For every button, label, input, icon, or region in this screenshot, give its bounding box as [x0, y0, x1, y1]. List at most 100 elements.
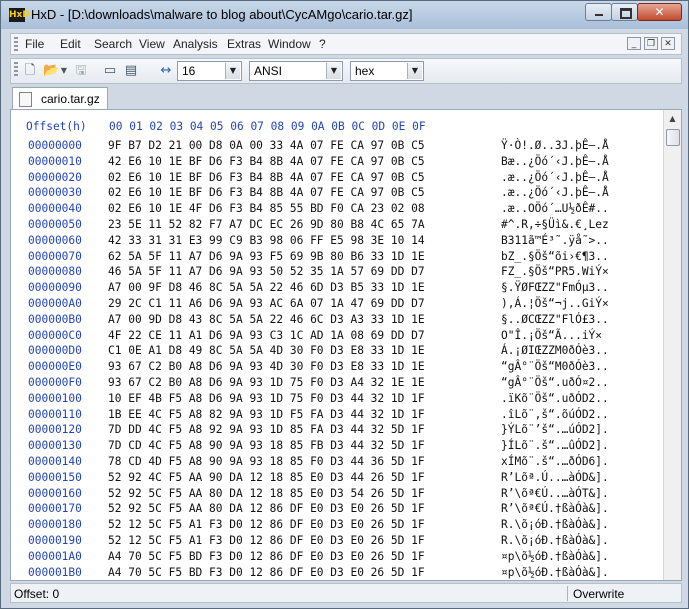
row-text[interactable]: R.\õ¡óÐ.†ßàÓà&]. — [501, 534, 609, 547]
row-bytes[interactable]: 46 5A 5F 11 A7 D6 9A 93 50 52 35 1A 57 6… — [108, 265, 425, 278]
menu-view[interactable]: View — [139, 37, 165, 51]
row-bytes[interactable]: 10 EF 4B F5 A8 D6 9A 93 1D 75 F0 D3 44 3… — [108, 392, 425, 405]
toolbar-grip[interactable] — [14, 62, 18, 76]
status-bar: Offset: 0 Overwrite — [10, 583, 682, 603]
row-text[interactable]: R.\õ¡óÐ.†ßàÓà&]. — [501, 518, 609, 531]
mdi-close-icon[interactable]: ✕ — [661, 37, 675, 50]
row-bytes[interactable]: 4F 22 CE 11 A1 D6 9A 93 C3 1C AD 1A 08 6… — [108, 329, 425, 342]
menu-file[interactable]: File — [25, 37, 44, 51]
row-text[interactable]: }ÍLõ¨.š“.…ûÓD2]. — [501, 439, 609, 452]
row-text[interactable]: “gÂ°¨Öš“M0ðÓè3.. — [501, 360, 609, 373]
offset-header: Offset(h) — [26, 120, 87, 133]
row-bytes[interactable]: C1 0E A1 D8 49 8C 5A 5A 4D 30 F0 D3 E8 3… — [108, 344, 425, 357]
title-bar[interactable]: HxD HxD - [D:\downloads\malware to blog … — [1, 1, 688, 29]
close-button[interactable]: ✕ — [637, 3, 682, 21]
row-text[interactable]: Ÿ·Ò!.Ø..3J.þÊ—.Å — [501, 139, 609, 152]
row-offset: 000001B0 — [28, 565, 82, 579]
offset-base-select[interactable]: hex ▼ — [350, 61, 424, 81]
charset-select[interactable]: ANSI ▼ — [249, 61, 343, 81]
row-offset: 000000E0 — [28, 360, 82, 374]
open-dropdown-icon[interactable]: ▼ — [59, 63, 69, 79]
row-bytes[interactable]: 23 5E 11 52 82 F7 A7 DC EC 26 9D 80 B8 4… — [108, 218, 425, 231]
row-text[interactable]: ¤p\õ½óÐ.†ßàÓà&]. — [501, 566, 609, 579]
row-text[interactable]: §.ŸØFŒZZ"FmÓµ3.. — [501, 281, 609, 294]
row-bytes[interactable]: A7 00 9F D8 46 8C 5A 5A 22 46 6D D3 B5 3… — [108, 281, 425, 294]
menu-edit[interactable]: Edit — [60, 37, 81, 51]
row-bytes[interactable]: 52 12 5C F5 A1 F3 D0 12 86 DF E0 D3 E0 2… — [108, 534, 425, 547]
tab-cario-tar-gz[interactable]: cario.tar.gz — [12, 87, 108, 109]
mdi-minimize-icon[interactable]: _ — [627, 37, 641, 50]
status-mode[interactable]: Overwrite — [573, 587, 624, 601]
row-bytes[interactable]: 93 67 C2 B0 A8 D6 9A 93 1D 75 F0 D3 A4 3… — [108, 376, 425, 389]
row-bytes[interactable]: 29 2C C1 11 A6 D6 9A 93 AC 6A 07 1A 47 6… — [108, 297, 425, 310]
row-bytes[interactable]: 7D CD 4C F5 A8 90 9A 93 18 85 FB D3 44 3… — [108, 439, 425, 452]
minimize-button[interactable] — [585, 3, 612, 21]
row-text[interactable]: }ÝLõ¨’š“.…úÓD2]. — [501, 423, 609, 436]
scroll-thumb[interactable] — [666, 129, 680, 146]
open-disk-icon[interactable]: ▭ — [102, 63, 118, 79]
row-text[interactable]: .ïKõ¨Öš“.uðÓD2.. — [501, 392, 609, 405]
row-text[interactable]: bZ_.§Öš“õi›€¶3.. — [501, 250, 609, 263]
row-text[interactable]: #^.R‚÷§Üì&.€¸Lez — [501, 218, 609, 231]
row-text[interactable]: §..ØCŒZZ"FlÓ£3.. — [501, 313, 609, 326]
row-text[interactable]: Á.¡ØIŒZZM0ðÓè3.. — [501, 344, 609, 357]
row-text[interactable]: xÍMõ¨.š“.…ðÓD6]. — [501, 455, 609, 468]
row-bytes[interactable]: 42 E6 10 1E BF D6 F3 B4 8B 4A 07 FE CA 9… — [108, 155, 425, 168]
row-text[interactable]: R’Lõª.Ú..…àÓD&]. — [501, 471, 609, 484]
row-bytes[interactable]: 52 92 5C F5 AA 80 DA 12 18 85 E0 D3 54 2… — [108, 487, 425, 500]
bytes-per-row-select[interactable]: 16 ▼ — [177, 61, 242, 81]
menu-analysis[interactable]: Analysis — [173, 37, 218, 51]
chevron-down-icon[interactable]: ▼ — [326, 63, 341, 79]
row-bytes[interactable]: A7 00 9D D8 43 8C 5A 5A 22 46 6C D3 A3 3… — [108, 313, 425, 326]
row-bytes[interactable]: 52 12 5C F5 A1 F3 D0 12 86 DF E0 D3 E0 2… — [108, 518, 425, 531]
row-bytes[interactable]: 9F B7 D2 21 00 D8 0A 00 33 4A 07 FE CA 9… — [108, 139, 425, 152]
row-text[interactable]: “gÂ°¨Öš“.uðÓ¤2.. — [501, 376, 609, 389]
menu-extras[interactable]: Extras — [227, 37, 261, 51]
maximize-icon — [620, 8, 632, 19]
open-ram-icon[interactable]: ▤ — [123, 63, 139, 79]
maximize-button[interactable] — [611, 3, 638, 21]
row-text[interactable]: ),Á.¦Öš“¬j..GiÝ× — [501, 297, 609, 310]
vertical-scrollbar[interactable]: ▲ — [663, 110, 681, 580]
chevron-down-icon[interactable]: ▼ — [225, 63, 240, 79]
row-text[interactable]: R’\õª€Ú..…àÓT&]. — [501, 487, 609, 500]
row-bytes[interactable]: 52 92 5C F5 AA 80 DA 12 86 DF E0 D3 E0 2… — [108, 502, 425, 515]
hex-editor[interactable]: Offset(h) 00 01 02 03 04 05 06 07 08 09 … — [10, 109, 682, 581]
row-bytes[interactable]: 1B EE 4C F5 A8 82 9A 93 1D F5 FA D3 44 3… — [108, 408, 425, 421]
new-file-icon[interactable]: 🗋 — [22, 63, 38, 79]
menu-grip[interactable] — [14, 37, 18, 51]
hxd-app-icon[interactable]: HxD — [9, 8, 30, 22]
open-folder-icon[interactable]: 📂 — [43, 63, 59, 79]
row-text[interactable]: FZ_.§Öš“PR5.WiÝ× — [501, 265, 609, 278]
row-bytes[interactable]: 52 92 4C F5 AA 90 DA 12 18 85 E0 D3 44 2… — [108, 471, 425, 484]
row-bytes[interactable]: A4 70 5C F5 BD F3 D0 12 86 DF E0 D3 E0 2… — [108, 566, 425, 579]
row-text[interactable]: O"Î.¡Öš“Ã.­..iÝ× — [501, 329, 602, 342]
menu-search[interactable]: Search — [94, 37, 132, 51]
chevron-down-icon[interactable]: ▼ — [407, 63, 422, 79]
row-text[interactable]: R’\õª€Ú.†ßàÓà&]. — [501, 502, 609, 515]
menu-help[interactable]: ? — [319, 37, 326, 51]
row-offset: 00000020 — [28, 170, 82, 184]
row-bytes[interactable]: 78 CD 4D F5 A8 90 9A 93 18 85 F0 D3 44 3… — [108, 455, 425, 468]
hex-view[interactable]: Offset(h) 00 01 02 03 04 05 06 07 08 09 … — [11, 110, 664, 580]
row-bytes[interactable]: 02 E6 10 1E 4F D6 F3 B4 85 55 BD F0 CA 2… — [108, 202, 425, 215]
scroll-up-icon[interactable]: ▲ — [664, 110, 681, 127]
row-text[interactable]: .æ..OÖó´…U½ðÊ#.. — [501, 202, 609, 215]
row-text[interactable]: Bæ..¿Öó´‹J.þÊ—.Å — [501, 155, 609, 168]
row-text[interactable]: B311ã™É³˜.ÿå˜>.. — [501, 234, 609, 247]
row-text[interactable]: .îLõ¨‚š“.õúÓD2.. — [501, 408, 609, 421]
row-offset: 00000080 — [28, 265, 82, 279]
row-bytes[interactable]: 93 67 C2 B0 A8 D6 9A 93 4D 30 F0 D3 E8 3… — [108, 360, 425, 373]
row-bytes[interactable]: A4 70 5C F5 BD F3 D0 12 86 DF E0 D3 E0 2… — [108, 550, 425, 563]
row-text[interactable]: .æ..¿Öó´‹J.þÊ—.Å — [501, 186, 609, 199]
row-bytes[interactable]: 42 33 31 31 E3 99 C9 B3 98 06 FF E5 98 3… — [108, 234, 425, 247]
row-bytes[interactable]: 7D DD 4C F5 A8 92 9A 93 1D 85 FA D3 44 3… — [108, 423, 425, 436]
row-bytes[interactable]: 02 E6 10 1E BF D6 F3 B4 8B 4A 07 FE CA 9… — [108, 171, 425, 184]
row-bytes[interactable]: 62 5A 5F 11 A7 D6 9A 93 F5 69 9B 80 B6 3… — [108, 250, 425, 263]
row-text[interactable]: ¤p\õ½óÐ.†ßàÓà&]. — [501, 550, 609, 563]
row-text[interactable]: .æ..¿Öó´‹J.þÊ—.Å — [501, 171, 609, 184]
menu-window[interactable]: Window — [268, 37, 311, 51]
save-icon[interactable]: 🖫 — [73, 63, 89, 79]
mdi-restore-icon[interactable]: ❐ — [644, 37, 658, 50]
row-bytes[interactable]: 02 E6 10 1E BF D6 F3 B4 8B 4A 07 FE CA 9… — [108, 186, 425, 199]
